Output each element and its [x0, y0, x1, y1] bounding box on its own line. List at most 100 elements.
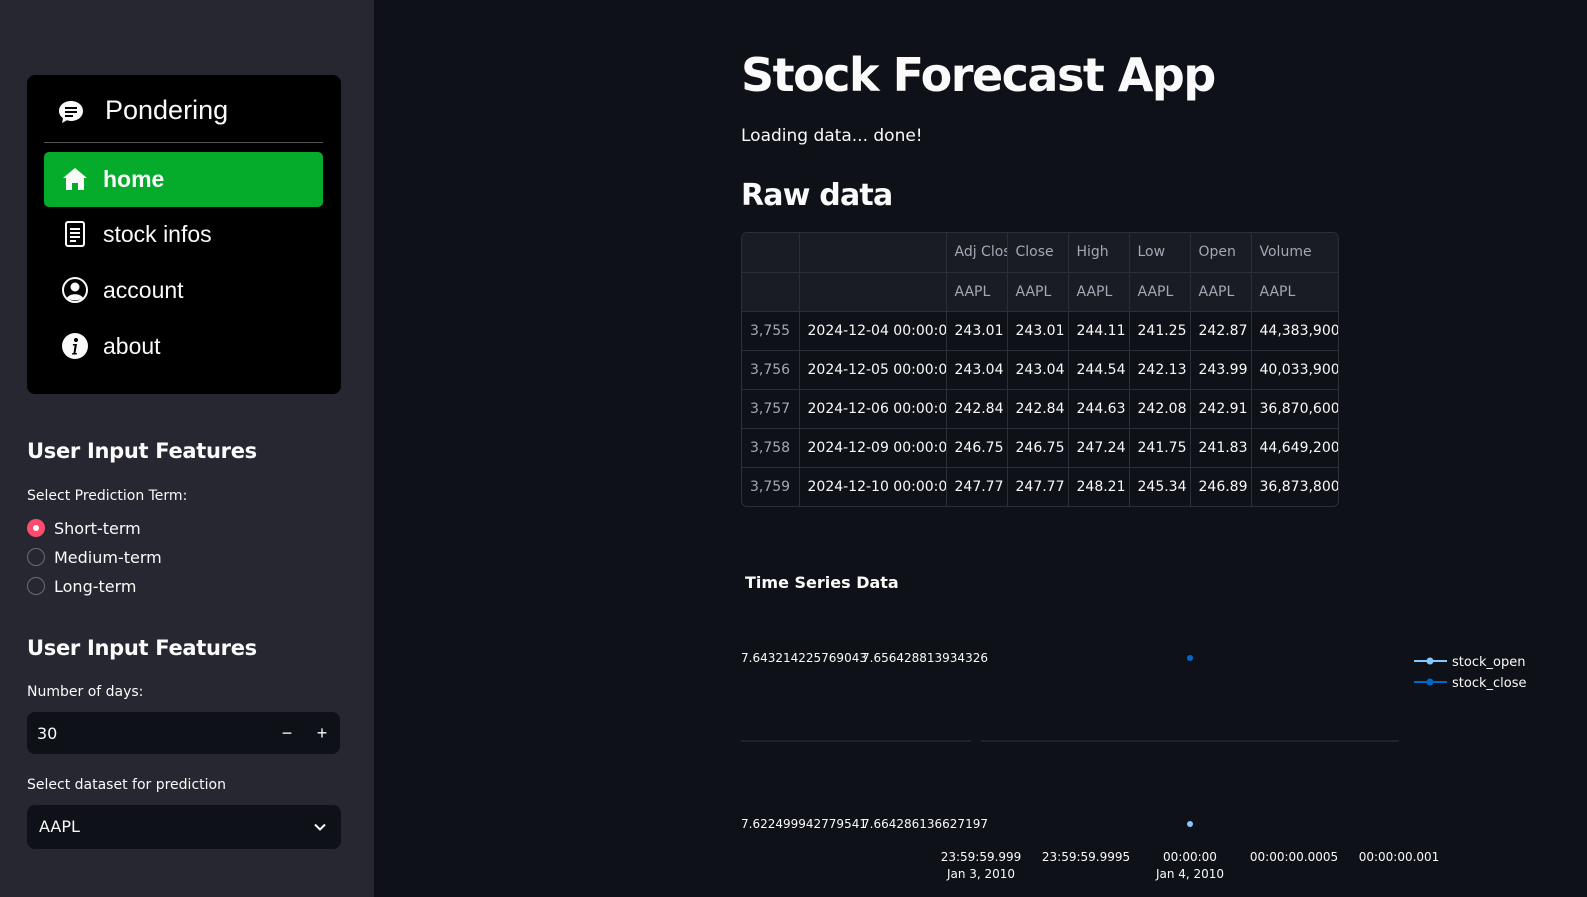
table-cell[interactable]: 244.63 — [1068, 389, 1130, 429]
user-input-heading-2: User Input Features — [27, 636, 257, 660]
table-header-cell[interactable] — [742, 272, 800, 312]
radio-dot — [27, 548, 45, 566]
table-header-cell[interactable] — [799, 233, 947, 273]
table-header-cell[interactable] — [742, 233, 800, 273]
table-cell[interactable]: 241.75 — [1129, 428, 1191, 468]
sidebar-item-label: about — [103, 333, 161, 359]
x-tick-label: 23:59:59.999 — [941, 850, 1022, 864]
table-cell[interactable]: 2024-12-10 00:00:00 — [799, 467, 947, 506]
table-cell[interactable]: 3,758 — [742, 428, 800, 468]
table-cell[interactable]: 2024-12-05 00:00:00 — [799, 350, 947, 390]
radio-label: Medium-term — [54, 547, 162, 567]
table-cell[interactable]: 40,033,900 — [1251, 350, 1338, 390]
table-cell[interactable]: 242.91 — [1190, 389, 1252, 429]
radio-medium-term[interactable]: Medium-term — [27, 546, 162, 568]
table-cell[interactable]: 244.54 — [1068, 350, 1130, 390]
table-cell[interactable]: 245.34 — [1129, 467, 1191, 506]
table-row: 3,756 2024-12-05 00:00:00 243.04 243.04 244.… — [742, 350, 1338, 390]
table-cell[interactable]: 244.11 — [1068, 311, 1130, 351]
table-cell[interactable]: 242.87 — [1190, 311, 1252, 351]
table-cell[interactable]: 3,755 — [742, 311, 800, 351]
table-header-cell[interactable]: AAPL — [1007, 272, 1069, 312]
radio-short-term[interactable]: Short-term — [27, 517, 141, 539]
menu-title: Pondering — [105, 95, 229, 125]
x-tick-label: 00:00:00.0005 — [1250, 850, 1338, 864]
table-cell[interactable]: 44,383,900 — [1251, 311, 1338, 351]
legend-label: stock_close — [1452, 676, 1526, 691]
days-number-input: − + — [27, 712, 340, 754]
table-cell[interactable]: 247.77 — [1007, 467, 1069, 506]
table-cell[interactable]: 246.75 — [1007, 428, 1069, 468]
table-cell[interactable]: 242.13 — [1129, 350, 1191, 390]
raw-data-table[interactable]: Adj Clos Close High Low Open Volume AAPL AAPL AA… — [741, 232, 1339, 507]
sidebar-item-account[interactable]: account — [44, 263, 323, 318]
table-cell[interactable]: 243.01 — [1007, 311, 1069, 351]
y-tick-label: 7.664286136627197 — [862, 817, 988, 831]
table-cell[interactable]: 242.84 — [1007, 389, 1069, 429]
y-tick-label: 7.656428813934326 — [862, 651, 988, 665]
table-header-cell[interactable] — [799, 272, 947, 312]
radio-long-term[interactable]: Long-term — [27, 575, 137, 597]
chevron-down-icon — [314, 823, 326, 831]
x-tick-date-label: Jan 3, 2010 — [946, 867, 1015, 881]
table-cell[interactable]: 248.21 — [1068, 467, 1130, 506]
menu-divider — [44, 142, 323, 143]
time-series-chart[interactable]: 7.6432142257690437.656428813934326 7.6224… — [741, 600, 1561, 890]
raw-data-heading: Raw data — [741, 178, 893, 213]
decrement-button[interactable]: − — [269, 712, 305, 754]
dataset-label: Select dataset for prediction — [27, 777, 226, 793]
table-cell[interactable]: 243.04 — [1007, 350, 1069, 390]
nav-menu: Pondering home stock infos account about — [27, 75, 341, 394]
table-cell[interactable]: 2024-12-09 00:00:00 — [799, 428, 947, 468]
table-cell[interactable]: 36,870,600 — [1251, 389, 1338, 429]
table-cell[interactable]: 246.89 — [1190, 467, 1252, 506]
table-header-row: Adj Clos Close High Low Open Volume — [742, 233, 1338, 273]
table-cell[interactable]: 242.84 — [946, 389, 1008, 429]
table-header-cell[interactable]: AAPL — [1251, 272, 1338, 312]
table-header-cell[interactable]: High — [1068, 233, 1130, 273]
table-cell[interactable]: 241.25 — [1129, 311, 1191, 351]
table-header-cell[interactable]: Adj Clos — [946, 233, 1008, 273]
legend-marker — [1426, 678, 1434, 686]
table-header-cell[interactable]: Volume — [1251, 233, 1338, 273]
table-header-cell[interactable]: AAPL — [1068, 272, 1130, 312]
sidebar-item-label: home — [103, 166, 165, 192]
table-header-cell[interactable]: Low — [1129, 233, 1191, 273]
x-tick-label: 23:59:59.9995 — [1042, 850, 1130, 864]
table-header-cell[interactable]: Open — [1190, 233, 1252, 273]
table-cell[interactable]: 2024-12-04 00:00:00 — [799, 311, 947, 351]
table-cell[interactable]: 241.83 — [1190, 428, 1252, 468]
sidebar-item-home[interactable]: home — [44, 152, 323, 207]
sidebar-item-label: account — [103, 277, 184, 303]
table-header-cell[interactable]: AAPL — [1129, 272, 1191, 312]
table-cell[interactable]: 247.77 — [946, 467, 1008, 506]
table-row: 3,759 2024-12-10 00:00:00 247.77 247.77 248.… — [742, 467, 1339, 506]
page-title: Stock Forecast App — [741, 48, 1216, 102]
table-cell[interactable]: 242.08 — [1129, 389, 1191, 429]
increment-button[interactable]: + — [304, 712, 340, 754]
sidebar-item-about[interactable]: about — [44, 319, 323, 374]
table-cell[interactable]: 247.24 — [1068, 428, 1130, 468]
table-cell[interactable]: 3,759 — [742, 467, 800, 506]
days-input[interactable] — [27, 712, 267, 754]
table-header-cell[interactable]: AAPL — [946, 272, 1008, 312]
table-cell[interactable]: 36,873,800 — [1251, 467, 1339, 506]
table-cell[interactable]: 246.75 — [946, 428, 1008, 468]
table-row: 3,757 2024-12-06 00:00:00 242.84 242.84 244.… — [742, 389, 1338, 429]
x-tick-date-label: Jan 4, 2010 — [1155, 867, 1224, 881]
table-header-cell[interactable]: AAPL — [1190, 272, 1252, 312]
table-cell[interactable]: 243.99 — [1190, 350, 1252, 390]
table-header-cell[interactable]: Close — [1007, 233, 1069, 273]
radio-dot — [27, 519, 45, 537]
dataset-select[interactable]: AAPL — [27, 805, 341, 849]
menu-header: Pondering — [27, 75, 341, 143]
sidebar-item-stock-infos[interactable]: stock infos — [44, 207, 323, 262]
info-icon — [62, 333, 88, 359]
table-cell[interactable]: 243.04 — [946, 350, 1008, 390]
legend-marker — [1426, 657, 1434, 665]
table-cell[interactable]: 2024-12-06 00:00:00 — [799, 389, 947, 429]
table-cell[interactable]: 3,756 — [742, 350, 800, 390]
table-cell[interactable]: 243.01 — [946, 311, 1008, 351]
table-cell[interactable]: 44,649,200 — [1251, 428, 1338, 468]
table-cell[interactable]: 3,757 — [742, 389, 800, 429]
